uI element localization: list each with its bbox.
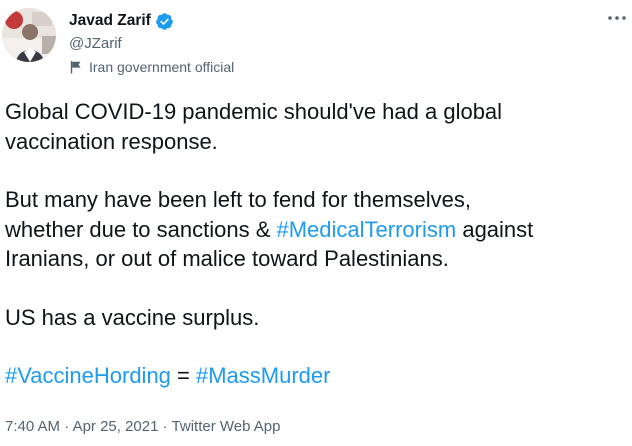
tweet-time[interactable]: 7:40 AM xyxy=(5,418,60,435)
tweet-meta: 7:40 AM · Apr 25, 2021 · Twitter Web App xyxy=(5,417,280,437)
more-options-icon[interactable] xyxy=(604,8,630,28)
government-label[interactable]: Iran government official xyxy=(69,57,234,77)
meta-separator: · xyxy=(158,418,172,435)
flag-icon xyxy=(69,60,83,74)
tweet-text: Global COVID-19 pandemic should've had a… xyxy=(5,97,625,391)
tweet-paragraph-3: US has a vaccine surplus. xyxy=(5,303,625,333)
avatar[interactable] xyxy=(2,8,56,62)
tweet-line: Iranians, or out of malice toward Palest… xyxy=(5,246,449,271)
tweet-paragraph-4: #VaccineHording = #MassMurder xyxy=(5,361,625,391)
avatar-image xyxy=(2,8,56,62)
tweet-line: US has a vaccine surplus. xyxy=(5,304,260,330)
tweet-paragraph-1: Global COVID-19 pandemic should've had a… xyxy=(5,97,625,156)
tweet: Javad Zarif @JZarif Iran government offi… xyxy=(0,0,632,446)
author-handle[interactable]: @JZarif xyxy=(69,34,122,54)
meta-separator: · xyxy=(60,418,73,435)
government-label-text: Iran government official xyxy=(89,59,235,75)
hashtag-mass-murder[interactable]: #MassMurder xyxy=(196,363,330,388)
tweet-date[interactable]: Apr 25, 2021 xyxy=(73,418,159,435)
verified-badge-icon xyxy=(155,12,174,31)
tweet-line: But many have been left to fend for them… xyxy=(5,187,471,212)
hashtag-medical-terrorism[interactable]: #MedicalTerrorism xyxy=(277,217,457,242)
tweet-line: Global COVID-19 pandemic should've had a… xyxy=(5,99,503,124)
author-name-row: Javad Zarif xyxy=(69,10,174,32)
tweet-equals: = xyxy=(170,363,196,388)
tweet-source[interactable]: Twitter Web App xyxy=(172,418,281,435)
tweet-line: whether due to sanctions & xyxy=(5,216,277,242)
author-display-name[interactable]: Javad Zarif xyxy=(69,11,151,31)
tweet-line: against xyxy=(456,216,534,242)
tweet-paragraph-2: But many have been left to fend for them… xyxy=(5,185,625,274)
hashtag-vaccine-hording[interactable]: #VaccineHording xyxy=(5,363,171,388)
tweet-line: vaccination response. xyxy=(5,128,218,154)
